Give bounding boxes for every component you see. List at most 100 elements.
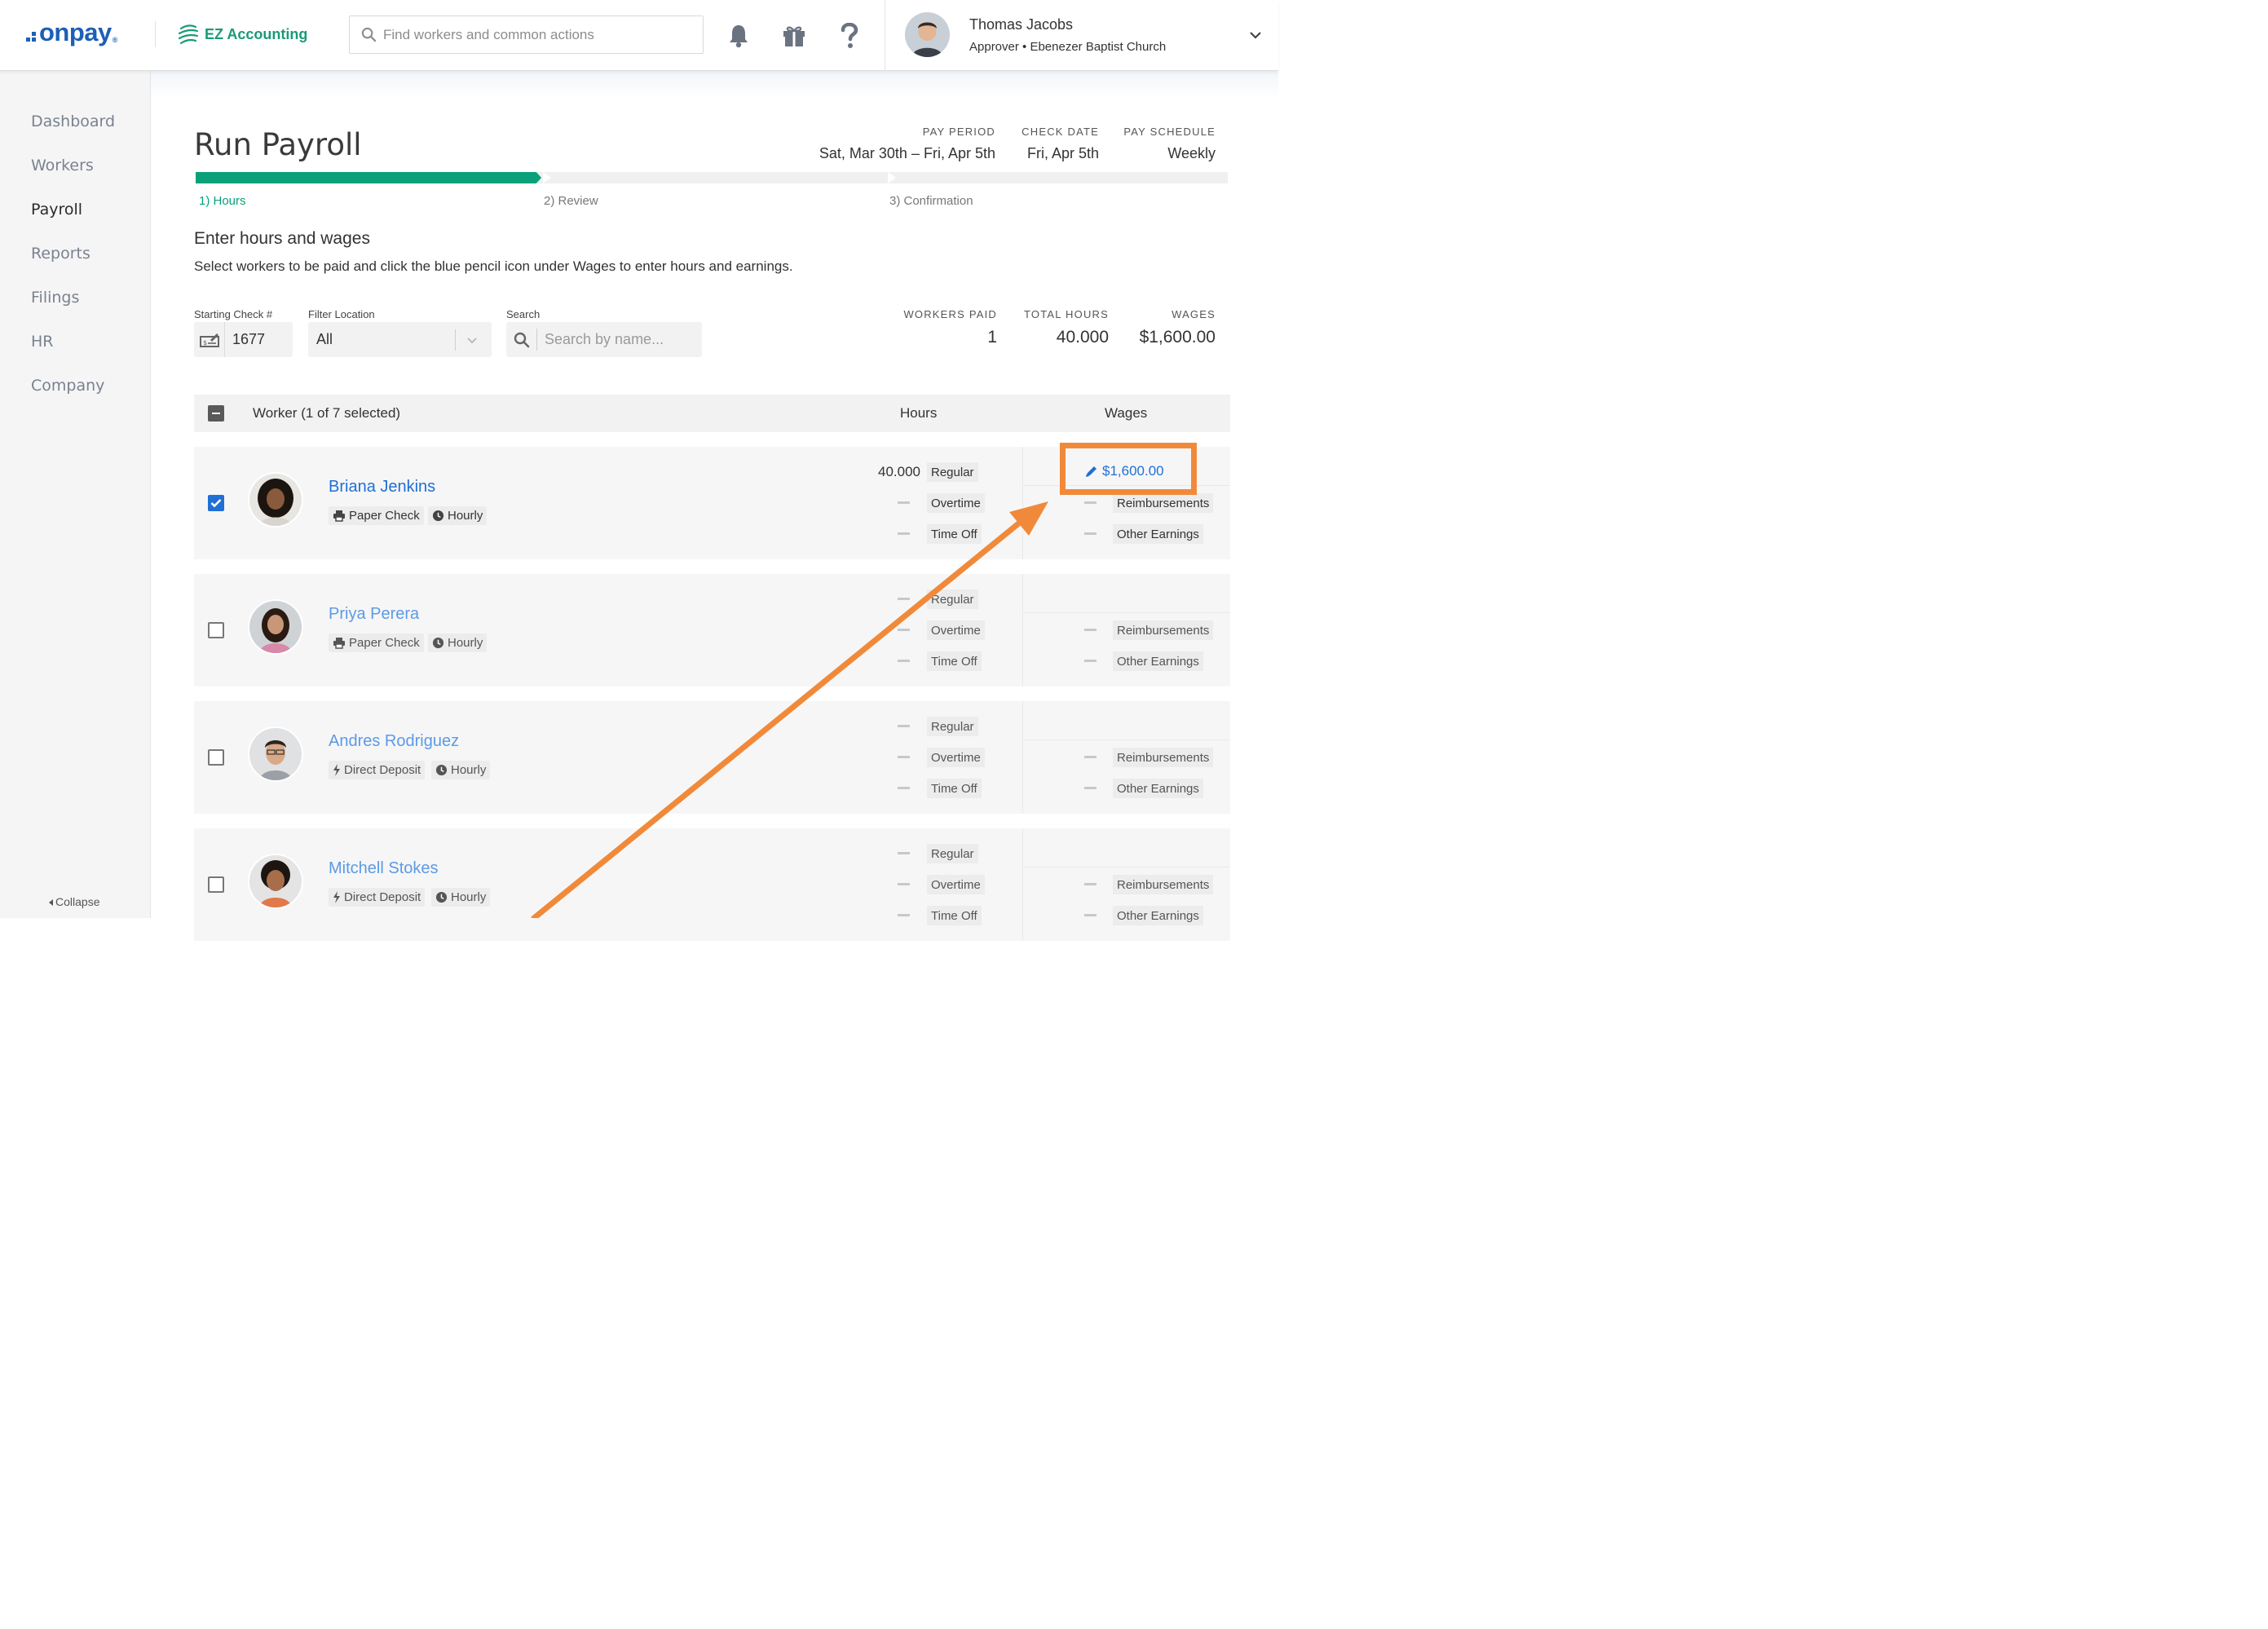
clock-icon	[432, 510, 444, 522]
user-menu-toggle[interactable]	[1247, 27, 1264, 47]
pay-period-value: Sat, Mar 30th – Fri, Apr 5th	[819, 145, 995, 161]
other-earnings-label: Other Earnings	[1113, 524, 1203, 544]
printer-icon	[333, 638, 345, 649]
worker-avatar	[248, 726, 303, 782]
total-wages-value: $1,600.00	[1139, 328, 1216, 347]
worker-search-input[interactable]	[545, 331, 699, 348]
reimbursements-label: Reimbursements	[1113, 493, 1214, 513]
filter-location-select[interactable]: All	[308, 322, 492, 357]
help-button[interactable]	[837, 23, 862, 49]
progress-bar	[196, 172, 1228, 183]
progress-fill	[196, 172, 542, 183]
pay-type-badge: Hourly	[428, 506, 488, 525]
top-bar: onpay ® EZ Accounting Find workers and c…	[0, 0, 1278, 71]
onpay-logo[interactable]: onpay ®	[26, 18, 117, 47]
row-checkbox[interactable]	[208, 495, 224, 511]
worker-name-link[interactable]: Mitchell Stokes	[329, 859, 439, 878]
regular-label: Regular	[927, 589, 978, 609]
time-off-empty-dash[interactable]	[898, 532, 910, 535]
total-wages-label: WAGES	[1172, 308, 1216, 320]
pay-type-badge: Hourly	[431, 888, 491, 907]
reimbursements-empty-dash[interactable]	[1084, 756, 1096, 758]
starting-check-input[interactable]	[232, 331, 293, 348]
regular-hours-value[interactable]: 40.000	[878, 464, 920, 480]
time-off-label: Time Off	[927, 651, 982, 671]
time-off-label: Time Off	[927, 524, 982, 544]
overtime-empty-dash[interactable]	[898, 501, 910, 504]
hours-column-header: Hours	[900, 405, 938, 421]
other-earnings-empty-dash[interactable]	[1084, 914, 1096, 916]
wages-divider	[1022, 828, 1023, 941]
ez-accounting-icon	[178, 24, 199, 45]
wages-row-divider	[1022, 739, 1230, 740]
overtime-label: Overtime	[927, 493, 985, 513]
regular-empty-dash[interactable]	[898, 725, 910, 727]
gifts-button[interactable]	[782, 23, 806, 49]
select-all-checkbox[interactable]	[208, 405, 224, 422]
partner-logo: EZ Accounting	[176, 22, 307, 46]
notifications-button[interactable]	[726, 23, 751, 49]
time-off-empty-dash[interactable]	[898, 660, 910, 662]
progress-step-divider	[888, 172, 896, 183]
sidebar-item-hr[interactable]: HR	[31, 333, 54, 351]
help-icon	[841, 23, 858, 48]
worker-name-link[interactable]: Andres Rodriguez	[329, 732, 459, 751]
overtime-empty-dash[interactable]	[898, 756, 910, 758]
time-off-empty-dash[interactable]	[898, 914, 910, 916]
overtime-label: Overtime	[927, 748, 985, 767]
overtime-empty-dash[interactable]	[898, 629, 910, 631]
other-earnings-label: Other Earnings	[1113, 779, 1203, 798]
other-earnings-empty-dash[interactable]	[1084, 532, 1096, 535]
minus-icon	[212, 413, 220, 414]
main-top-fade	[151, 71, 1278, 99]
worker-name-link[interactable]: Briana Jenkins	[329, 478, 435, 497]
pay-type-text: Hourly	[448, 509, 483, 523]
regular-empty-dash[interactable]	[898, 598, 910, 600]
user-name: Thomas Jacobs	[969, 16, 1074, 33]
section-description: Select workers to be paid and click the …	[194, 258, 793, 274]
starting-check-field[interactable]: $	[194, 322, 293, 357]
reimbursements-empty-dash[interactable]	[1084, 883, 1096, 885]
logo-text: onpay	[39, 18, 112, 46]
clock-icon	[435, 764, 448, 776]
reimbursements-empty-dash[interactable]	[1084, 501, 1096, 504]
sidebar-item-payroll[interactable]: Payroll	[31, 201, 82, 219]
chevron-down-icon	[467, 337, 477, 343]
search-icon	[361, 27, 377, 42]
collapse-sidebar-button[interactable]: Collapse	[49, 895, 99, 908]
reimbursements-empty-dash[interactable]	[1084, 629, 1096, 631]
pay-type-text: Hourly	[451, 763, 487, 777]
search-icon	[506, 329, 537, 351]
regular-empty-dash[interactable]	[898, 852, 910, 854]
worker-column-header: Worker (1 of 7 selected)	[253, 405, 401, 421]
worker-name-link[interactable]: Priya Perera	[329, 605, 419, 624]
global-search-input[interactable]	[383, 26, 693, 43]
page-title: Run Payroll	[194, 127, 362, 162]
sidebar-item-dashboard[interactable]: Dashboard	[31, 113, 115, 130]
worker-avatar	[248, 854, 303, 909]
step-review: 2) Review	[544, 194, 598, 208]
lightning-bolt-icon	[333, 891, 340, 903]
workers-paid: WORKERS PAID 1	[903, 308, 997, 347]
row-checkbox[interactable]	[208, 622, 224, 638]
other-earnings-empty-dash[interactable]	[1084, 660, 1096, 662]
pay-method-badge: Direct Deposit	[329, 761, 426, 779]
overtime-empty-dash[interactable]	[898, 883, 910, 885]
filter-location-value: All	[316, 331, 333, 347]
user-photo	[905, 12, 950, 57]
regular-label: Regular	[927, 844, 978, 863]
sidebar-item-company[interactable]: Company	[31, 377, 104, 395]
sidebar-item-reports[interactable]: Reports	[31, 245, 90, 263]
other-earnings-empty-dash[interactable]	[1084, 787, 1096, 789]
row-checkbox[interactable]	[208, 749, 224, 766]
row-checkbox[interactable]	[208, 876, 224, 893]
worker-search-field[interactable]	[506, 322, 702, 357]
global-search[interactable]	[349, 15, 704, 54]
worker-avatar	[248, 599, 303, 655]
sidebar-item-filings[interactable]: Filings	[31, 289, 79, 307]
time-off-empty-dash[interactable]	[898, 787, 910, 789]
user-avatar[interactable]	[905, 12, 950, 57]
sidebar-item-workers[interactable]: Workers	[31, 157, 94, 174]
step-hours: 1) Hours	[199, 194, 246, 208]
printer-icon	[333, 510, 345, 522]
